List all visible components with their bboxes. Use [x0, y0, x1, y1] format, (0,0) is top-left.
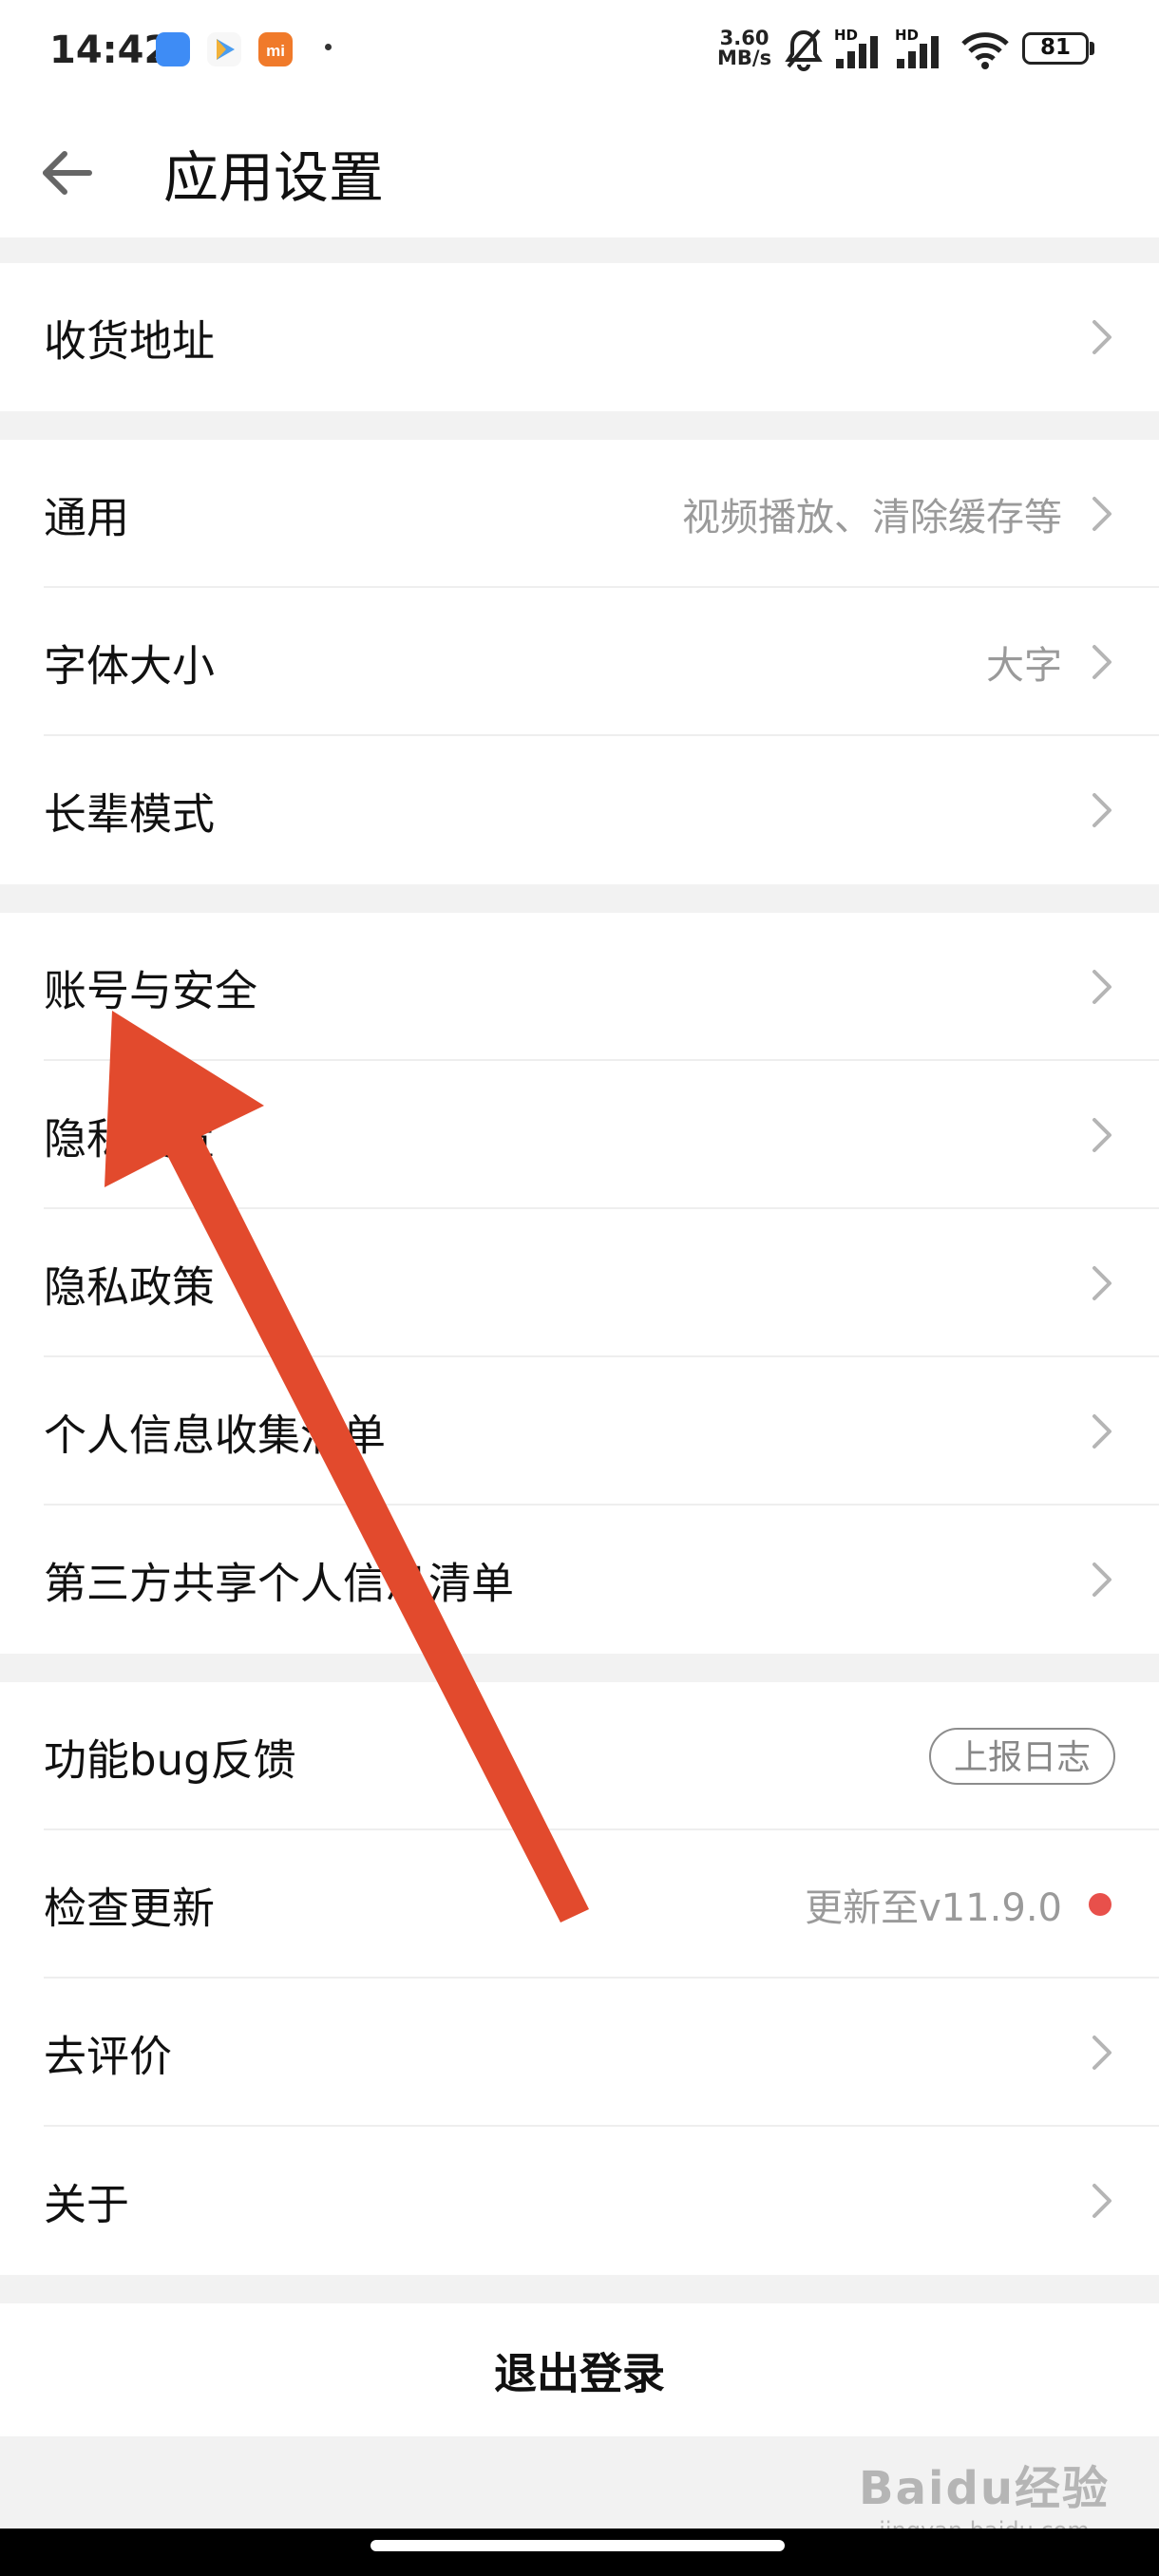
chevron-right-icon — [1092, 320, 1112, 354]
settings-row-about[interactable]: 关于 — [0, 2127, 1159, 2275]
logout-button[interactable]: 退出登录 — [0, 2303, 1159, 2436]
row-label: 字体大小 — [44, 640, 216, 691]
settings-row-address[interactable]: 收货地址 — [0, 263, 1159, 411]
mi-app-icon: mi — [258, 32, 293, 66]
row-label: 收货地址 — [44, 315, 216, 367]
network-speed: 3.60 MB/s — [717, 28, 771, 68]
settings-row-font-size[interactable]: 字体大小 大字 — [0, 588, 1159, 736]
back-arrow-icon[interactable] — [36, 142, 97, 203]
navigation-bar — [0, 2529, 1159, 2576]
page-title: 应用设置 — [163, 145, 385, 210]
settings-row-info-collection[interactable]: 个人信息收集清单 — [0, 1357, 1159, 1506]
settings-row-third-party[interactable]: 第三方共享个人信息清单 — [0, 1506, 1159, 1654]
battery-level: 81 — [1039, 35, 1071, 60]
settings-row-privacy-policy[interactable]: 隐私政策 — [0, 1209, 1159, 1357]
net-speed-value: 3.60 — [719, 27, 770, 49]
chevron-right-icon — [1092, 497, 1112, 531]
row-label: 长辈模式 — [44, 788, 216, 840]
row-label: 个人信息收集清单 — [44, 1410, 387, 1461]
row-label: 功能bug反馈 — [44, 1734, 296, 1786]
chevron-right-icon — [1092, 1414, 1112, 1449]
status-bar: 14:42 mi 3.60 MB/s HD HD 81 — [0, 0, 1159, 99]
chevron-right-icon — [1092, 1266, 1112, 1300]
chevron-right-icon — [1092, 1118, 1112, 1152]
settings-row-rate[interactable]: 去评价 — [0, 1979, 1159, 2127]
row-label: 隐私设置 — [44, 1113, 216, 1165]
more-notifications-dot — [325, 44, 332, 50]
chevron-right-icon — [1092, 645, 1112, 679]
settings-row-privacy-settings[interactable]: 隐私设置 — [0, 1061, 1159, 1209]
chevron-right-icon — [1092, 793, 1112, 827]
row-label: 关于 — [44, 2179, 130, 2230]
settings-row-general[interactable]: 通用 视频播放、清除缓存等 — [0, 440, 1159, 588]
row-label: 去评价 — [44, 2031, 173, 2082]
battery-icon: 81 — [1022, 32, 1096, 66]
settings-row-check-update[interactable]: 检查更新 更新至v11.9.0 — [0, 1830, 1159, 1979]
row-label: 通用 — [44, 492, 130, 543]
wifi-icon — [961, 32, 1009, 69]
settings-row-bug-feedback[interactable]: 功能bug反馈 上报日志 — [0, 1682, 1159, 1830]
app-header: 应用设置 — [0, 99, 1159, 237]
svg-text:mi: mi — [266, 42, 285, 60]
row-label: 账号与安全 — [44, 965, 258, 1016]
chevron-right-icon — [1092, 2184, 1112, 2218]
signal-1-icon: HD — [834, 27, 895, 72]
settings-row-account-security[interactable]: 账号与安全 — [0, 913, 1159, 1061]
row-value: 视频播放、清除缓存等 — [682, 496, 1062, 540]
app-notification-icon — [156, 32, 190, 66]
settings-row-elder-mode[interactable]: 长辈模式 — [0, 736, 1159, 884]
logout-label: 退出登录 — [493, 2348, 665, 2399]
status-time: 14:42 — [49, 28, 171, 72]
mute-bell-icon — [785, 28, 823, 71]
update-badge-dot — [1089, 1893, 1112, 1916]
row-value: 大字 — [986, 644, 1062, 688]
upload-log-button[interactable]: 上报日志 — [928, 1728, 1115, 1785]
chevron-right-icon — [1092, 970, 1112, 1004]
chevron-right-icon — [1092, 2036, 1112, 2070]
signal-2-icon: HD — [895, 27, 956, 72]
update-version-value: 更新至v11.9.0 — [805, 1886, 1062, 1930]
chevron-right-icon — [1092, 1563, 1112, 1597]
watermark-logo: Baidu经验 — [859, 2462, 1110, 2515]
net-speed-unit: MB/s — [717, 47, 772, 69]
row-label: 第三方共享个人信息清单 — [44, 1558, 515, 1609]
row-label: 检查更新 — [44, 1883, 216, 1934]
row-label: 隐私政策 — [44, 1261, 216, 1313]
home-indicator[interactable] — [370, 2540, 785, 2551]
play-store-icon — [207, 32, 241, 66]
